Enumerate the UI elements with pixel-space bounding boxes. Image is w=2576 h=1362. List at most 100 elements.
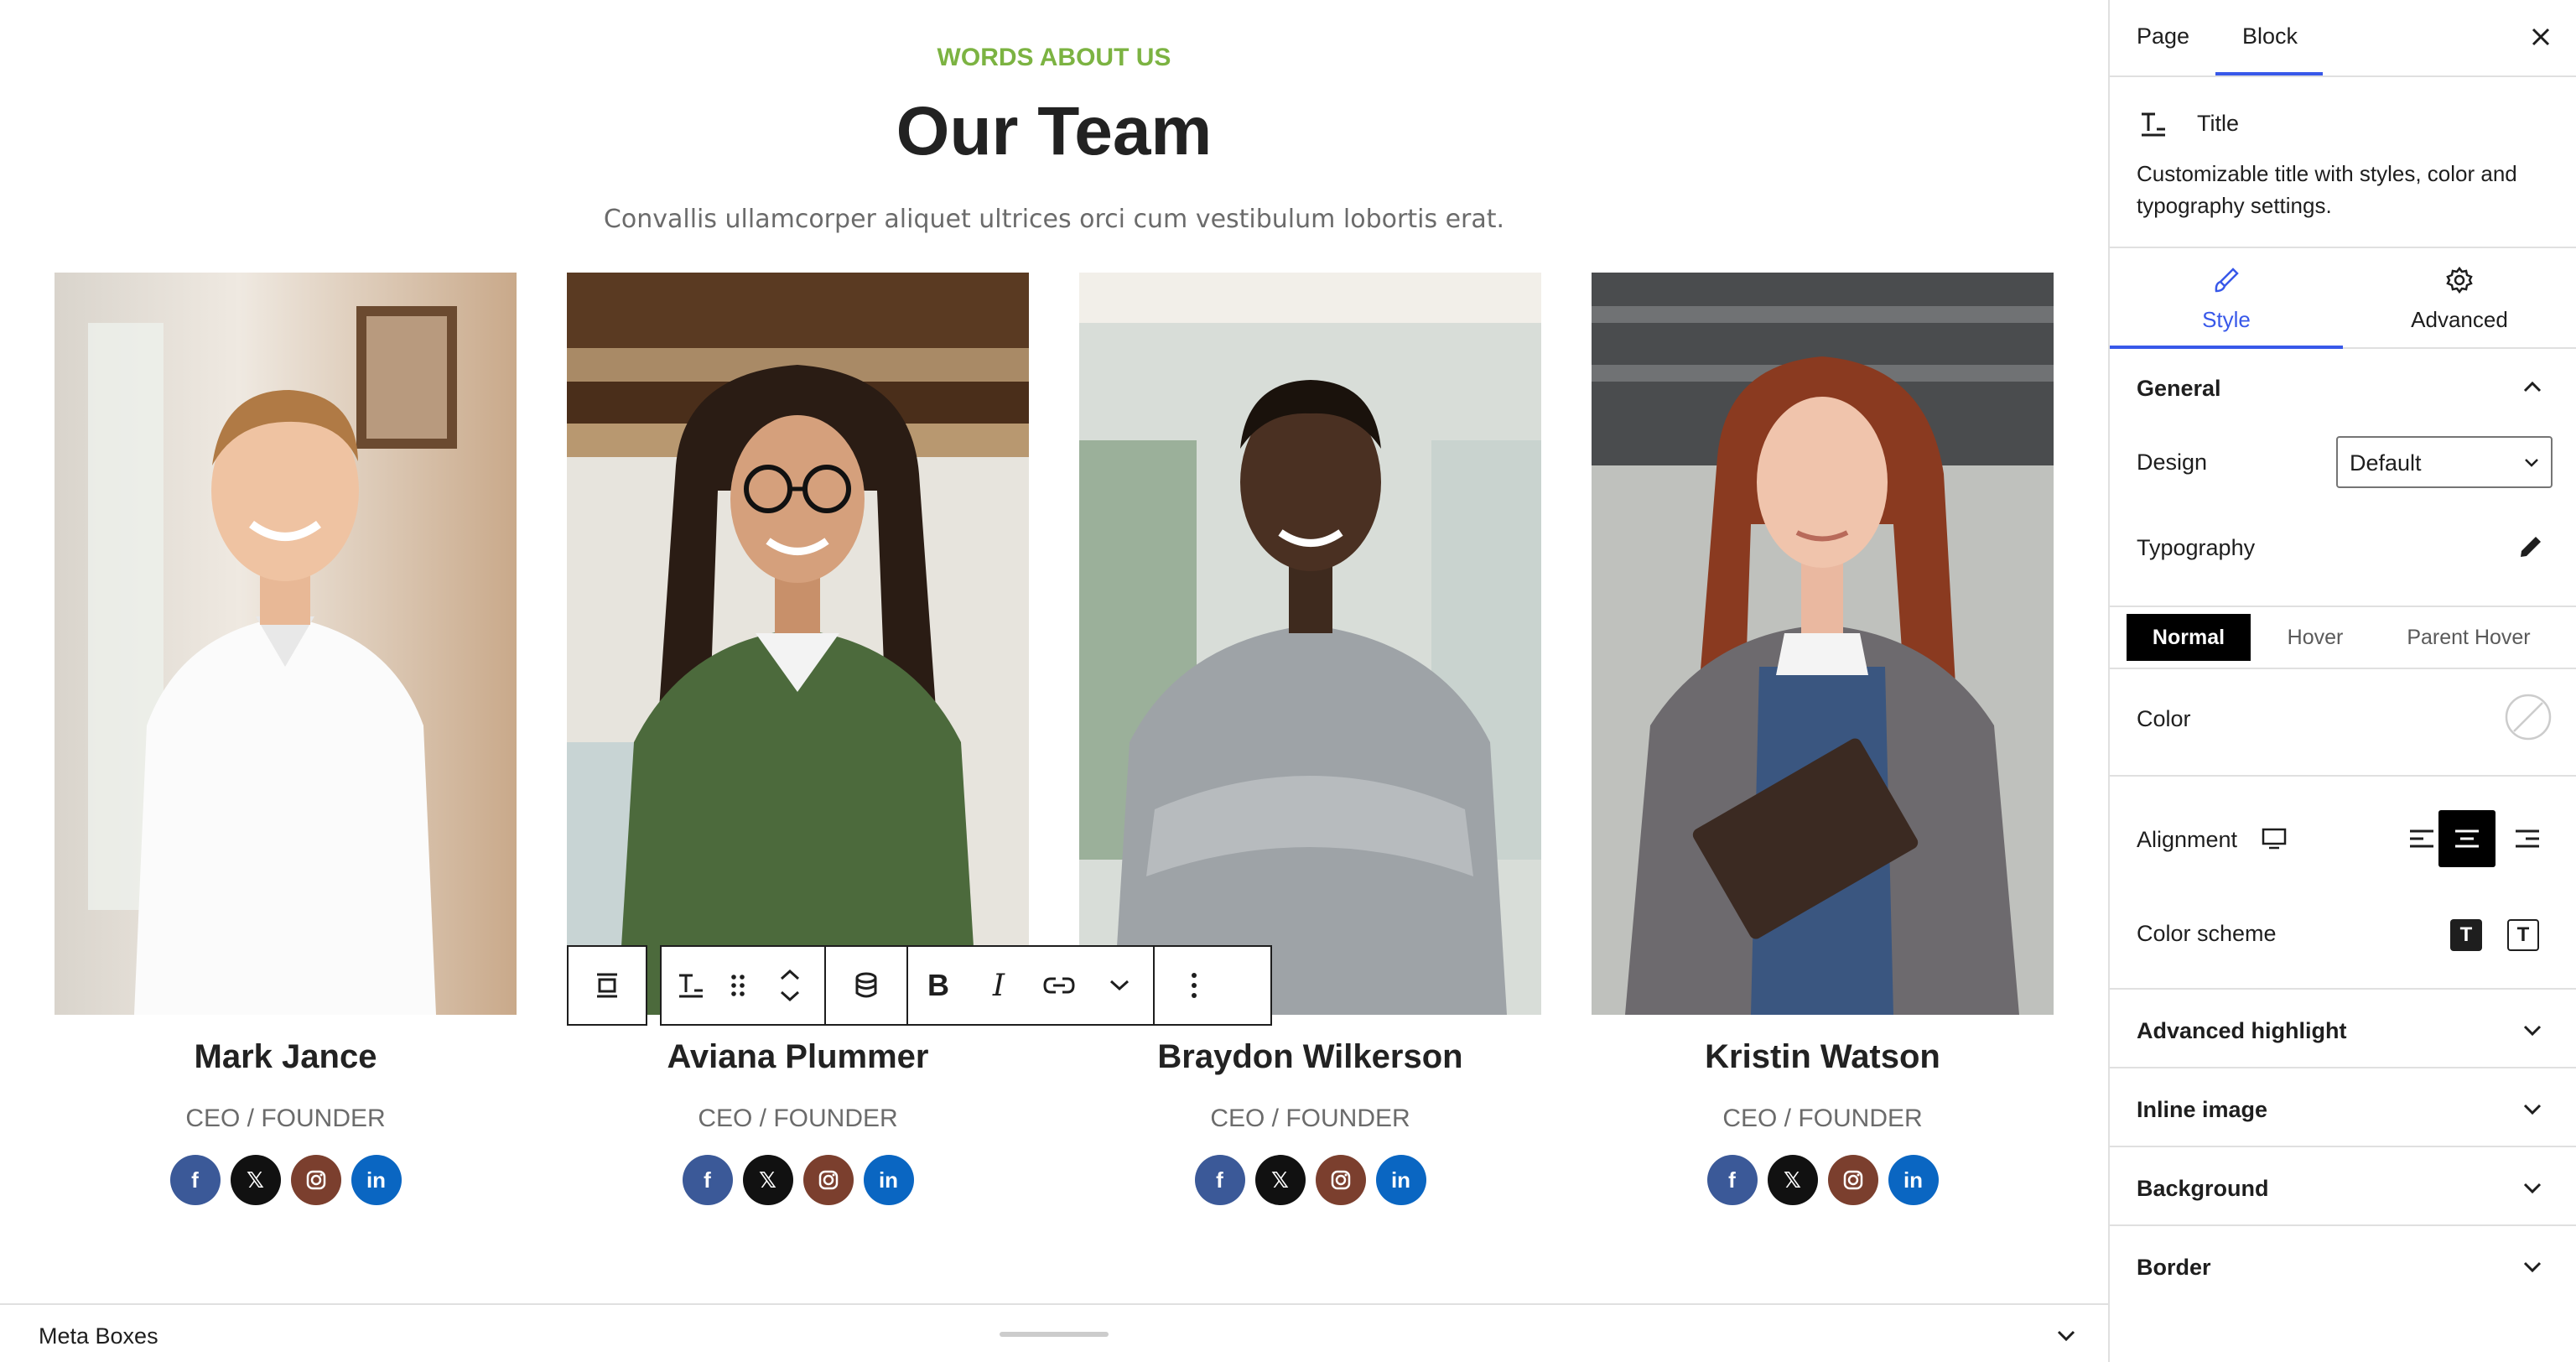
team-card[interactable]: Aviana Plummer CEO / FOUNDER f 𝕏 in (567, 273, 1029, 1205)
social-links: f 𝕏 in (55, 1155, 517, 1205)
design-select[interactable]: Default (2336, 436, 2553, 488)
state-tab-hover[interactable]: Hover (2261, 614, 2370, 661)
dynamic-content-button[interactable] (826, 947, 906, 1024)
sidebar-tabs: Page Block (2110, 0, 2576, 77)
chevron-down-icon[interactable] (2521, 1255, 2544, 1282)
linkedin-icon[interactable]: in (351, 1155, 402, 1205)
team-member-name[interactable]: Mark Jance (55, 1038, 517, 1076)
gear-icon (2446, 266, 2473, 294)
linkedin-icon[interactable]: in (863, 1155, 914, 1205)
link-button[interactable] (1029, 947, 1089, 1024)
social-links: f 𝕏 in (567, 1155, 1029, 1205)
team-member-name[interactable]: Braydon Wilkerson (1079, 1038, 1541, 1076)
drag-handle-button[interactable] (712, 947, 764, 1024)
facebook-icon[interactable]: f (1706, 1155, 1758, 1205)
divider (2110, 775, 2576, 777)
instagram-icon[interactable] (1315, 1155, 1366, 1205)
chevron-down-icon[interactable] (2521, 1018, 2544, 1046)
divider (2110, 1146, 2576, 1147)
chevron-down-icon[interactable] (2521, 1097, 2544, 1125)
meta-boxes-toggle[interactable] (2054, 1323, 2078, 1351)
device-toggle-button[interactable] (2261, 827, 2288, 855)
align-block-icon (597, 973, 617, 998)
tab-style-label: Style (2202, 307, 2251, 332)
state-tab-normal[interactable]: Normal (2127, 614, 2251, 661)
chevron-down-icon (2057, 1330, 2075, 1342)
desktop-icon (2262, 828, 2287, 850)
select-parent-button[interactable] (569, 947, 646, 1024)
title-block-icon (679, 974, 703, 998)
block-type-button[interactable] (670, 947, 712, 1024)
section-description[interactable]: Convallis ullamcorper aliquet ultrices o… (0, 205, 2108, 234)
panel-background[interactable]: Background (2137, 1176, 2269, 1202)
linkedin-icon[interactable]: in (1375, 1155, 1426, 1205)
tab-page[interactable]: Page (2137, 23, 2189, 49)
instagram-icon[interactable] (290, 1155, 341, 1205)
align-right-icon (2516, 829, 2539, 848)
color-label: Color (2137, 706, 2191, 731)
team-member-role[interactable]: CEO / FOUNDER (567, 1105, 1029, 1133)
color-swatch-button[interactable] (2504, 693, 2553, 746)
chevron-down-icon (2522, 453, 2541, 476)
team-card[interactable]: Braydon Wilkerson CEO / FOUNDER f 𝕏 in (1079, 273, 1541, 1205)
typography-edit-button[interactable] (2516, 532, 2546, 566)
align-center-icon (2455, 829, 2479, 848)
settings-sidebar: Page Block Title Customizable title with… (2108, 0, 2576, 1362)
instagram-icon[interactable] (1827, 1155, 1878, 1205)
more-formats-button[interactable] (1089, 947, 1150, 1024)
team-member-role[interactable]: CEO / FOUNDER (1592, 1105, 2054, 1133)
tab-style[interactable]: Style (2110, 248, 2343, 349)
instagram-icon[interactable] (802, 1155, 854, 1205)
block-options-button[interactable] (1155, 947, 1233, 1024)
team-photo-aviana[interactable] (567, 273, 1029, 1015)
link-icon (1043, 977, 1075, 994)
design-label: Design (2137, 450, 2208, 475)
portrait-image (1079, 273, 1541, 1015)
empty-color-swatch-icon (2505, 694, 2552, 741)
move-up-icon[interactable] (779, 968, 801, 981)
move-down-icon[interactable] (779, 990, 801, 1003)
tab-advanced[interactable]: Advanced (2343, 248, 2576, 349)
team-photo-braydon[interactable] (1079, 273, 1541, 1015)
team-member-role[interactable]: CEO / FOUNDER (1079, 1105, 1541, 1133)
block-toolbar: B I (660, 945, 1272, 1026)
team-photo-kristin[interactable] (1592, 273, 2054, 1015)
general-panel-title[interactable]: General (2137, 376, 2221, 402)
facebook-icon[interactable]: f (169, 1155, 221, 1205)
x-icon[interactable]: 𝕏 (1767, 1155, 1818, 1205)
align-right-button[interactable] (2499, 810, 2556, 867)
team-photo-mark[interactable] (55, 273, 517, 1015)
chevron-up-icon[interactable] (2521, 376, 2544, 403)
meta-boxes-label: Meta Boxes (39, 1323, 158, 1349)
team-card[interactable]: Mark Jance CEO / FOUNDER f 𝕏 in (55, 273, 517, 1205)
facebook-icon[interactable]: f (682, 1155, 733, 1205)
panel-advanced-highlight[interactable]: Advanced highlight (2137, 1018, 2347, 1044)
italic-button[interactable]: I (969, 947, 1029, 1024)
dark-scheme-button[interactable]: T (2450, 919, 2482, 951)
x-icon[interactable]: 𝕏 (1254, 1155, 1306, 1205)
title-block-icon (2138, 109, 2168, 143)
state-tab-parent-hover[interactable]: Parent Hover (2378, 614, 2559, 661)
team-card[interactable]: Kristin Watson CEO / FOUNDER f 𝕏 in (1592, 273, 2054, 1205)
light-scheme-button[interactable]: T (2507, 919, 2539, 951)
team-member-role[interactable]: CEO / FOUNDER (55, 1105, 517, 1133)
bold-button[interactable]: B (908, 947, 969, 1024)
close-sidebar-button[interactable] (2526, 22, 2556, 56)
x-icon[interactable]: 𝕏 (742, 1155, 793, 1205)
section-heading[interactable]: Our Team (0, 92, 2108, 171)
align-center-button[interactable] (2438, 810, 2496, 867)
linkedin-icon[interactable]: in (1888, 1155, 1939, 1205)
chevron-down-icon[interactable] (2521, 1176, 2544, 1203)
x-icon[interactable]: 𝕏 (230, 1155, 281, 1205)
section-subtitle[interactable]: WORDS ABOUT US (0, 44, 2108, 72)
facebook-icon[interactable]: f (1194, 1155, 1245, 1205)
tab-block[interactable]: Block (2242, 23, 2298, 49)
divider (2110, 1224, 2576, 1226)
team-member-name[interactable]: Kristin Watson (1592, 1038, 2054, 1076)
divider (2110, 668, 2576, 669)
team-member-name[interactable]: Aviana Plummer (567, 1038, 1029, 1076)
meta-boxes-bar[interactable]: Meta Boxes (0, 1303, 2108, 1362)
panel-inline-image[interactable]: Inline image (2137, 1097, 2267, 1123)
resize-handle[interactable] (1000, 1332, 1109, 1337)
panel-border[interactable]: Border (2137, 1255, 2211, 1281)
